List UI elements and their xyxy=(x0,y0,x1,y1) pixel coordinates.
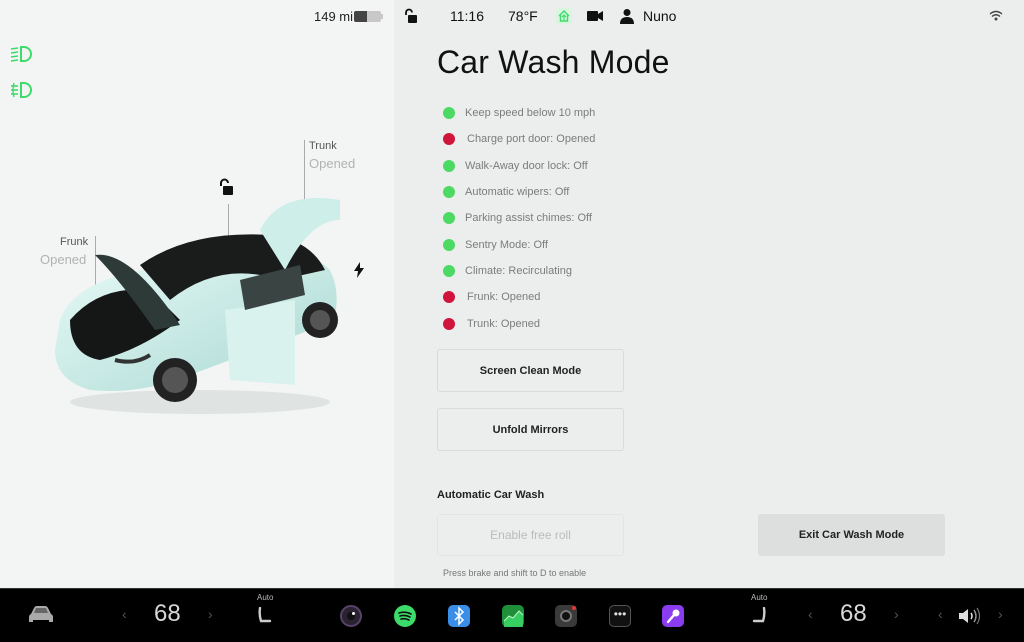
bottom-dock: ‹ 68 › Auto ••• Auto ‹ 68 › ‹ › xyxy=(0,588,1024,642)
trunk-state[interactable]: Opened xyxy=(309,156,355,171)
driver-temp-down-button[interactable]: ‹ xyxy=(122,606,127,622)
checklist-item: Frunk: Opened xyxy=(443,284,595,310)
car-controls-icon[interactable] xyxy=(28,605,54,625)
status-dot xyxy=(443,107,455,120)
tesla-screen: 149 mi Trunk Opened Frunk Opened 11:16 7… xyxy=(0,0,1024,642)
user-name[interactable]: Nuno xyxy=(643,8,676,24)
passenger-temp-down-button[interactable]: ‹ xyxy=(808,606,813,622)
page-title: Car Wash Mode xyxy=(437,44,670,80)
driver-temperature[interactable]: 68 xyxy=(154,600,181,628)
spotify-app-icon[interactable] xyxy=(394,605,416,627)
bluetooth-app-icon[interactable] xyxy=(448,605,470,627)
car-illustration xyxy=(55,198,340,414)
checklist-item: Automatic wipers: Off xyxy=(443,179,595,205)
checklist-item: Walk-Away door lock: Off xyxy=(443,153,595,179)
passenger-temp-up-button[interactable]: › xyxy=(894,606,899,622)
dashcam-app-icon[interactable] xyxy=(555,605,577,627)
status-dot xyxy=(443,317,455,330)
stocks-app-icon[interactable] xyxy=(502,605,524,627)
volume-up-button[interactable]: › xyxy=(998,606,1003,622)
status-dot xyxy=(443,264,455,277)
trunk-label: Trunk xyxy=(309,140,337,152)
driver-temp-up-button[interactable]: › xyxy=(208,606,213,622)
homelink-icon[interactable] xyxy=(556,8,572,24)
status-dot xyxy=(443,238,455,251)
checklist-item: Climate: Recirculating xyxy=(443,258,595,284)
status-dot xyxy=(443,291,455,304)
driver-seat-mode: Auto xyxy=(257,593,274,602)
dashcam-icon[interactable] xyxy=(587,10,603,22)
lock-status-icon[interactable] xyxy=(404,8,418,24)
unfold-mirrors-button[interactable]: Unfold Mirrors xyxy=(437,408,624,451)
checklist-item: Sentry Mode: Off xyxy=(443,231,595,257)
low-beam-headlight-icon[interactable] xyxy=(9,45,33,63)
automatic-car-wash-heading: Automatic Car Wash xyxy=(437,489,545,501)
checklist-item: Keep speed below 10 mph xyxy=(443,100,595,126)
driver-seat-heater-icon[interactable] xyxy=(258,607,272,625)
karaoke-app-icon[interactable] xyxy=(662,605,684,627)
camera-app-icon[interactable] xyxy=(340,605,362,627)
user-profile-icon[interactable] xyxy=(620,8,634,24)
passenger-temperature[interactable]: 68 xyxy=(840,600,867,628)
car-panel: 149 mi Trunk Opened Frunk Opened xyxy=(0,0,394,588)
checklist-item: Parking assist chimes: Off xyxy=(443,205,595,231)
passenger-seat-heater-icon[interactable] xyxy=(752,607,766,625)
status-dot xyxy=(443,159,455,172)
outside-temperature: 78°F xyxy=(508,8,538,24)
wifi-icon[interactable] xyxy=(989,10,1003,21)
battery-icon xyxy=(354,11,384,22)
car-wash-checklist: Keep speed below 10 mph Charge port door… xyxy=(443,100,595,337)
volume-icon[interactable] xyxy=(957,606,985,626)
status-dot xyxy=(443,186,455,199)
free-roll-hint: Press brake and shift to D to enable xyxy=(443,568,587,578)
status-dot xyxy=(443,133,455,146)
fog-light-icon[interactable] xyxy=(9,81,33,99)
checklist-item: Trunk: Opened xyxy=(443,310,595,336)
checklist-item: Charge port door: Opened xyxy=(443,126,595,152)
passenger-seat-mode: Auto xyxy=(751,593,768,602)
enable-free-roll-button[interactable]: Enable free roll xyxy=(437,514,624,556)
status-dot xyxy=(443,212,455,225)
screen-clean-mode-button[interactable]: Screen Clean Mode xyxy=(437,349,624,392)
range-readout: 149 mi xyxy=(314,9,354,24)
more-apps-icon[interactable]: ••• xyxy=(609,605,631,627)
volume-down-button[interactable]: ‹ xyxy=(938,606,943,622)
exit-car-wash-mode-button[interactable]: Exit Car Wash Mode xyxy=(758,514,945,556)
clock: 11:16 xyxy=(450,8,484,24)
